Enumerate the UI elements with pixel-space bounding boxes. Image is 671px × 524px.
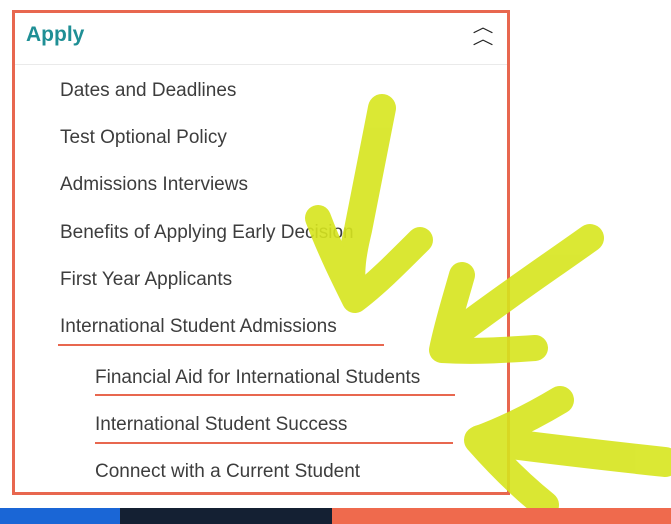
menu-item-first-year-applicants[interactable]: First Year Applicants: [60, 269, 232, 291]
panel-header[interactable]: Apply ︿ ︿: [15, 13, 507, 65]
highlight-underline: [58, 344, 384, 346]
double-chevron-up-icon[interactable]: ︿ ︿: [473, 20, 494, 48]
menu-item-admissions-interviews[interactable]: Admissions Interviews: [60, 174, 248, 196]
submenu-item-student-success[interactable]: International Student Success: [95, 414, 347, 436]
menu-item-test-optional-policy[interactable]: Test Optional Policy: [60, 127, 227, 149]
footer-bar-blue: [0, 508, 120, 524]
menu-item-benefits-early-decision[interactable]: Benefits of Applying Early Decision: [60, 222, 354, 244]
highlight-underline: [95, 394, 455, 396]
menu-item-dates-and-deadlines[interactable]: Dates and Deadlines: [60, 80, 236, 102]
submenu-item-financial-aid[interactable]: Financial Aid for International Students: [95, 367, 420, 389]
menu-item-international-student-admissions[interactable]: International Student Admissions: [60, 316, 337, 338]
footer-bar-navy: [120, 508, 332, 524]
submenu-item-connect-current-student[interactable]: Connect with a Current Student: [95, 461, 360, 483]
footer-bar-orange: [332, 508, 671, 524]
highlight-underline: [95, 442, 453, 444]
panel-title[interactable]: Apply: [26, 23, 84, 47]
